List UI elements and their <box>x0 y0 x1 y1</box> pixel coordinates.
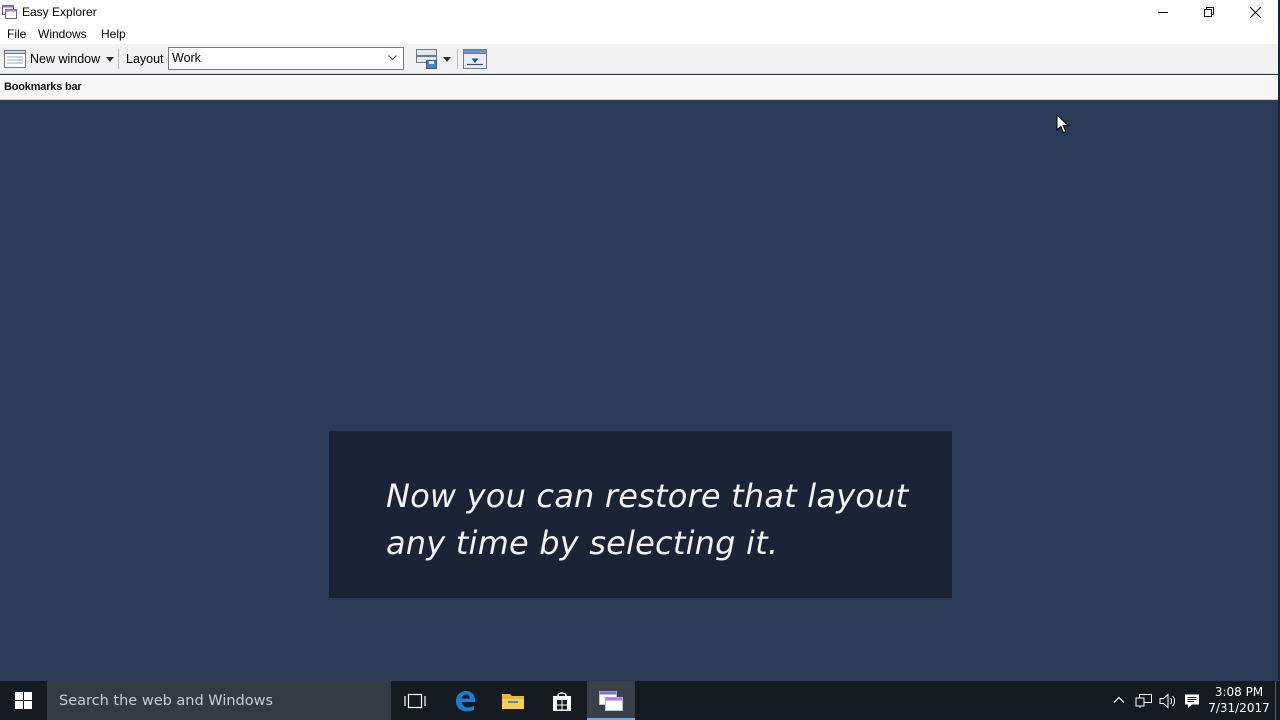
store-icon <box>553 691 571 711</box>
edge-browser-button[interactable] <box>441 681 489 720</box>
start-button[interactable] <box>0 681 46 720</box>
system-clock[interactable]: 3:08 PM 7/31/2017 <box>1205 684 1273 716</box>
taskbar-search-box[interactable]: Search the web and Windows <box>47 681 391 720</box>
windows-logo-icon <box>14 692 32 709</box>
edge-icon <box>456 690 475 711</box>
new-window-dropdown-icon[interactable] <box>106 57 114 62</box>
main-content-area: Now you can restore that layout any time… <box>0 100 1280 680</box>
show-desktop-button[interactable] <box>1275 681 1276 720</box>
layout-select[interactable]: Work <box>168 47 404 70</box>
app-icon <box>2 5 17 19</box>
chevron-down-icon <box>388 55 397 61</box>
store-button[interactable] <box>538 681 586 720</box>
caption-line: Now you can restore that layout <box>386 477 909 515</box>
save-layout-dropdown-icon[interactable] <box>443 57 451 62</box>
chevron-up-icon[interactable] <box>1113 694 1125 706</box>
window-title: Easy Explorer <box>22 5 97 19</box>
toolbar-separator <box>457 49 458 69</box>
layout-select-value: Work <box>172 51 201 65</box>
easy-explorer-icon <box>599 690 623 711</box>
file-explorer-button[interactable] <box>489 681 537 720</box>
title-bar: Easy Explorer <box>0 0 1280 24</box>
bookmarks-bar: Bookmarks bar <box>0 75 1280 100</box>
menu-windows[interactable]: Windows <box>38 27 87 41</box>
network-icon[interactable] <box>1135 694 1153 708</box>
task-view-button[interactable] <box>391 681 439 720</box>
task-view-icon <box>404 693 426 708</box>
menu-file[interactable]: File <box>7 27 26 41</box>
clock-date: 7/31/2017 <box>1208 701 1270 715</box>
arrange-windows-button[interactable] <box>462 47 488 71</box>
action-center-icon[interactable] <box>1184 693 1200 709</box>
minimize-button[interactable] <box>1140 0 1186 24</box>
layout-label: Layout <box>126 52 164 66</box>
new-window-label: New window <box>30 52 101 66</box>
restore-icon <box>1204 7 1214 17</box>
save-layout-icon <box>416 49 437 69</box>
close-button[interactable] <box>1232 0 1278 24</box>
bookmarks-bar-label: Bookmarks bar <box>4 81 82 93</box>
easy-explorer-taskbar-button[interactable] <box>587 681 635 720</box>
close-icon <box>1249 6 1261 18</box>
toolbar: New window Layout Work <box>0 44 1280 74</box>
minimize-icon <box>1158 12 1168 13</box>
toolbar-separator <box>118 49 119 69</box>
search-placeholder: Search the web and Windows <box>59 693 274 709</box>
save-layout-button[interactable] <box>413 47 453 71</box>
taskbar: Search the web and Windows 3:08 PM 7/31/… <box>0 681 1280 720</box>
restore-button[interactable] <box>1186 0 1232 24</box>
new-window-button[interactable]: New window <box>2 47 116 71</box>
volume-icon[interactable] <box>1159 693 1177 709</box>
arrange-windows-icon <box>463 49 487 69</box>
tutorial-caption: Now you can restore that layout any time… <box>329 431 952 598</box>
menu-bar: File Windows Help <box>0 24 1280 44</box>
caption-text: Now you can restore that layout any time… <box>386 473 946 567</box>
new-window-icon <box>4 50 26 68</box>
menu-help[interactable]: Help <box>101 27 126 41</box>
folder-icon <box>502 693 524 709</box>
mouse-pointer-icon <box>1056 114 1070 134</box>
clock-time: 3:08 PM <box>1214 685 1264 699</box>
caption-line: any time by selecting it. <box>386 524 779 562</box>
